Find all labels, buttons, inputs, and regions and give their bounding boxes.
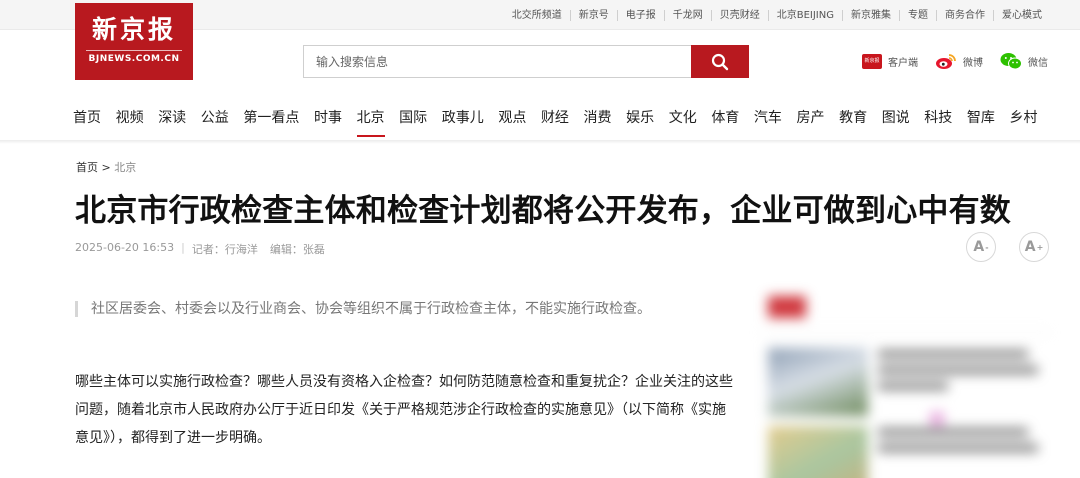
top-links: 北交所频道 新京号 电子报 千龙网 贝壳财经 北京BEIJING 新京雅集 专题… — [504, 0, 1050, 30]
nav-item-charity[interactable]: 公益 — [201, 98, 229, 138]
main-nav: 首页 视频 深读 公益 第一看点 时事 北京 国际 政事儿 观点 财经 消费 娱… — [73, 98, 1037, 138]
weibo-link[interactable]: 微博 — [935, 52, 983, 70]
article-summary: 社区居委会、村委会以及行业商会、协会等组织不属于行政检查主体，不能实施行政检查。 — [75, 299, 735, 319]
search-input[interactable] — [303, 45, 691, 78]
article-body-paragraph: 哪些主体可以实施行政检查？哪些人员没有资格入企检查？如何防范随意检查和重复扰企？… — [75, 374, 733, 446]
sidebar-thumbnail — [768, 348, 868, 416]
app-links: 新京报 客户端 微博 微信 — [862, 52, 1048, 70]
wechat-link[interactable]: 微信 — [1000, 52, 1048, 70]
sidebar-text-line — [878, 366, 1038, 374]
sidebar-text-line — [878, 350, 1028, 358]
font-decrease-mark: - — [985, 242, 989, 252]
nav-item-education[interactable]: 教育 — [839, 98, 867, 138]
font-increase-mark: + — [1036, 242, 1044, 252]
wechat-label: 微信 — [1028, 57, 1048, 69]
nav-item-opinion[interactable]: 观点 — [498, 98, 526, 138]
font-decrease-button[interactable]: A- — [966, 232, 996, 262]
nav-item-rural[interactable]: 乡村 — [1009, 98, 1037, 138]
nav-item-sports[interactable]: 体育 — [711, 98, 739, 138]
weibo-icon — [935, 52, 957, 70]
logo-divider — [86, 50, 182, 51]
top-link-beike-finance[interactable]: 贝壳财经 — [710, 9, 768, 21]
blurred-sidebar — [760, 268, 1050, 478]
nav-item-entertainment[interactable]: 娱乐 — [626, 98, 654, 138]
font-increase-label: A — [1024, 239, 1036, 255]
bjnews-app-icon: 新京报 — [862, 53, 882, 69]
search-button[interactable] — [691, 45, 749, 78]
nav-item-video[interactable]: 视频 — [116, 98, 144, 138]
nav-divider — [0, 140, 1080, 144]
breadcrumb-home[interactable]: 首页 — [76, 161, 98, 174]
sidebar-thumbnail — [768, 426, 868, 478]
font-increase-button[interactable]: A + — [1019, 232, 1049, 262]
nav-item-auto[interactable]: 汽车 — [754, 98, 782, 138]
top-link-e-paper[interactable]: 电子报 — [616, 9, 664, 21]
nav-item-home[interactable]: 首页 — [73, 98, 101, 138]
nav-item-international[interactable]: 国际 — [399, 98, 427, 138]
site-logo[interactable]: 新京报 BJNEWS.COM.CN — [75, 3, 193, 80]
nav-item-current-affairs[interactable]: 时事 — [314, 98, 342, 138]
reporter-name: 记者：行海洋 — [191, 243, 258, 256]
publish-date: 2025-06-20 16:53 — [75, 241, 175, 254]
nav-item-tech[interactable]: 科技 — [924, 98, 952, 138]
article-title: 北京市行政检查主体和检查计划都将公开发布，企业可做到心中有数 — [75, 193, 1011, 229]
nav-item-beijing[interactable]: 北京 — [356, 98, 385, 138]
top-link-care-mode[interactable]: 爱心模式 — [993, 9, 1050, 21]
font-decrease-label: A — [973, 239, 985, 255]
nav-item-photos[interactable]: 图说 — [882, 98, 910, 138]
summary-text: 社区居委会、村委会以及行业商会、协会等组织不属于行政检查主体，不能实施行政检查。 — [91, 301, 651, 317]
meta-divider: | — [181, 241, 185, 254]
sidebar-text-line — [878, 428, 1028, 436]
weibo-label: 微博 — [963, 57, 983, 69]
nav-item-culture[interactable]: 文化 — [669, 98, 697, 138]
top-link-beijing[interactable]: 北京BEIJING — [767, 9, 842, 21]
sidebar-icon — [930, 412, 944, 426]
top-link-xinjinghao[interactable]: 新京号 — [569, 9, 617, 21]
nav-item-think-tank[interactable]: 智库 — [967, 98, 995, 138]
sidebar-text-line — [878, 444, 1038, 452]
top-link-yaji[interactable]: 新京雅集 — [842, 9, 899, 21]
logo-chinese: 新京报 — [91, 15, 176, 44]
logo-english: BJNEWS.COM.CN — [88, 54, 180, 64]
top-link-bse-channel[interactable]: 北交所频道 — [504, 10, 570, 21]
nav-item-first-look[interactable]: 第一看点 — [243, 98, 299, 138]
article-meta: 2025-06-20 16:53 | 记者：行海洋 编辑：张磊 — [75, 241, 325, 257]
nav-item-finance[interactable]: 财经 — [541, 98, 569, 138]
sidebar-heading-block — [768, 296, 806, 318]
nav-item-politics[interactable]: 政事儿 — [442, 98, 484, 138]
nav-item-real-estate[interactable]: 房产 — [797, 98, 825, 138]
sidebar-divider — [760, 332, 1050, 333]
nav-item-in-depth[interactable]: 深读 — [158, 98, 186, 138]
summary-bar — [75, 301, 78, 317]
wechat-icon — [1000, 52, 1022, 70]
search-icon — [711, 53, 729, 70]
breadcrumb-separator: > — [101, 161, 111, 174]
breadcrumb: 首页 > 北京 — [76, 159, 136, 175]
top-link-special[interactable]: 专题 — [899, 9, 936, 21]
top-link-business[interactable]: 商务合作 — [936, 9, 993, 21]
search-bar — [303, 45, 749, 78]
client-app-link[interactable]: 新京报 客户端 — [862, 53, 918, 69]
breadcrumb-current[interactable]: 北京 — [114, 161, 136, 174]
sidebar-text-line — [878, 382, 948, 390]
client-app-label: 客户端 — [888, 57, 918, 69]
editor-name: 编辑：张磊 — [269, 243, 325, 256]
top-link-qianlong[interactable]: 千龙网 — [663, 9, 711, 21]
nav-item-consumer[interactable]: 消费 — [584, 98, 612, 138]
